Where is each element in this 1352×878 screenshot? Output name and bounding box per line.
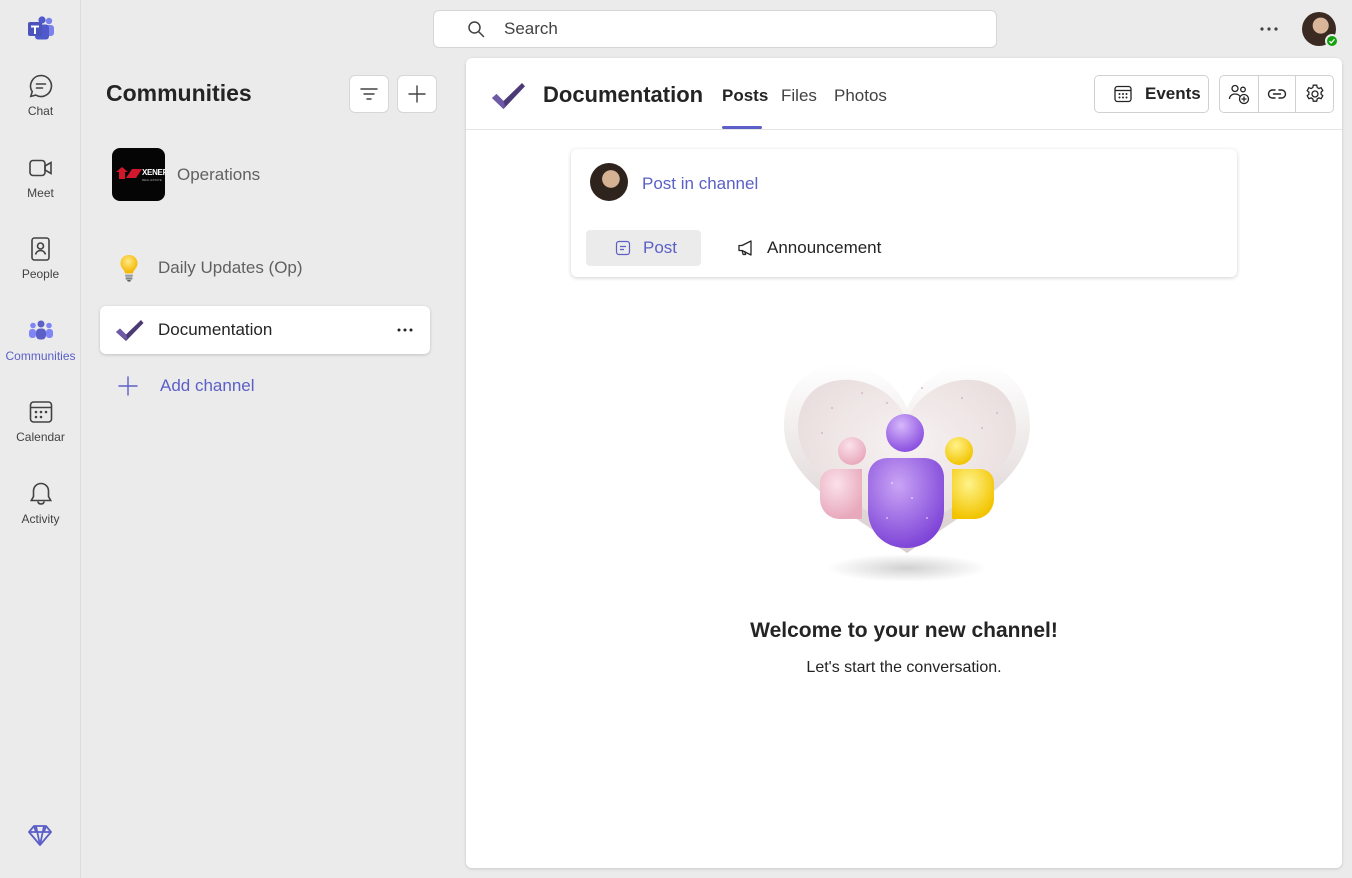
- rail-label-chat: Chat: [27, 104, 54, 118]
- channel-view: Documentation Posts Files Photos Events: [466, 58, 1342, 868]
- checkmark-icon: [116, 320, 144, 341]
- add-community-button[interactable]: [397, 75, 437, 113]
- more-options-icon[interactable]: [1256, 18, 1282, 40]
- rail-label-meet: Meet: [27, 186, 54, 200]
- events-button[interactable]: Events: [1094, 75, 1209, 113]
- community-operations[interactable]: XENERC REAL ESTATE Operations: [112, 148, 260, 201]
- plus-icon: [118, 376, 138, 396]
- tab-photos[interactable]: Photos: [834, 86, 887, 106]
- add-channel-label: Add channel: [160, 376, 255, 395]
- rail-label-calendar: Calendar: [16, 430, 65, 444]
- events-label: Events: [1145, 84, 1201, 103]
- pane-title: Communities: [106, 80, 252, 106]
- calendar-icon: [29, 401, 52, 423]
- checkmark-icon: [492, 83, 525, 109]
- welcome-subtitle: Let's start the conversation.: [806, 659, 1002, 676]
- active-tab-indicator: [722, 126, 762, 129]
- community-logo: XENERC REAL ESTATE: [112, 148, 165, 201]
- diamond-premium-icon[interactable]: [27, 822, 53, 850]
- channel-more-icon[interactable]: [394, 320, 416, 340]
- megaphone-icon: [738, 240, 752, 256]
- rail-label-activity: Activity: [21, 512, 60, 526]
- community-logo-text: XENERC: [142, 168, 165, 177]
- bell-icon: [29, 482, 52, 505]
- post-icon: [615, 240, 631, 256]
- rail-item-calendar[interactable]: Calendar: [0, 398, 81, 472]
- lightbulb-icon: [120, 255, 138, 282]
- copy-link-button[interactable]: [1257, 76, 1296, 112]
- presence-available-icon: [1325, 34, 1339, 48]
- compose-card: Post in channel Post Announcement: [571, 149, 1237, 277]
- rail-item-activity[interactable]: Activity: [0, 480, 81, 554]
- chat-icon: [29, 74, 52, 98]
- rail-item-people[interactable]: People: [0, 235, 81, 309]
- video-icon: [28, 159, 52, 177]
- channel-documentation[interactable]: Documentation: [100, 306, 430, 354]
- add-member-button[interactable]: [1220, 76, 1258, 112]
- plus-icon: [408, 85, 426, 103]
- calendar-icon: [1114, 85, 1132, 103]
- communities-icon: [28, 320, 53, 340]
- welcome-illustration: [784, 364, 1030, 582]
- community-logo-subtext: REAL ESTATE: [142, 178, 162, 182]
- post-type-post-button[interactable]: Post: [586, 230, 701, 266]
- channel-settings-button[interactable]: [1295, 76, 1333, 112]
- rail-label-communities: Communities: [5, 349, 76, 363]
- rail-item-chat[interactable]: Chat: [0, 72, 81, 146]
- people-icon: [30, 237, 50, 261]
- post-in-channel-link[interactable]: Post in channel: [642, 174, 758, 194]
- filter-button[interactable]: [349, 75, 389, 113]
- rail-item-communities[interactable]: Communities: [0, 317, 81, 391]
- search-bar[interactable]: [433, 10, 997, 48]
- xenero-logo-icon: [116, 167, 142, 179]
- teams-logo-icon[interactable]: [27, 16, 55, 42]
- channel-daily-updates[interactable]: Daily Updates (Op): [100, 244, 430, 292]
- search-icon: [468, 21, 485, 38]
- rail-label-people: People: [21, 267, 60, 281]
- channel-label-documentation: Documentation: [158, 320, 273, 339]
- link-icon: [1267, 89, 1287, 99]
- community-name: Operations: [177, 164, 261, 184]
- rail-item-meet[interactable]: Meet: [0, 154, 81, 228]
- search-input[interactable]: [504, 19, 974, 39]
- filter-icon: [360, 88, 378, 100]
- tab-files[interactable]: Files: [781, 86, 817, 106]
- post-type-post-label: Post: [643, 238, 678, 257]
- app-rail: Chat Meet People Communities Calendar Ac…: [0, 0, 81, 878]
- channel-label-daily-updates: Daily Updates (Op): [158, 258, 303, 277]
- user-avatar[interactable]: [1302, 12, 1339, 48]
- channel-header: Documentation Posts Files Photos Events: [466, 58, 1342, 130]
- add-people-icon: [1228, 84, 1249, 105]
- post-type-announcement-button[interactable]: Announcement: [737, 230, 881, 266]
- tab-posts[interactable]: Posts: [722, 86, 768, 106]
- welcome-title: Welcome to your new channel!: [750, 619, 1058, 642]
- channel-title: Documentation: [543, 82, 704, 107]
- add-channel-button[interactable]: Add channel: [116, 374, 255, 398]
- channel-actions-group: [1219, 75, 1334, 113]
- composer-avatar: [590, 163, 628, 201]
- gear-icon: [1306, 84, 1324, 102]
- post-type-announcement-label: Announcement: [767, 238, 882, 257]
